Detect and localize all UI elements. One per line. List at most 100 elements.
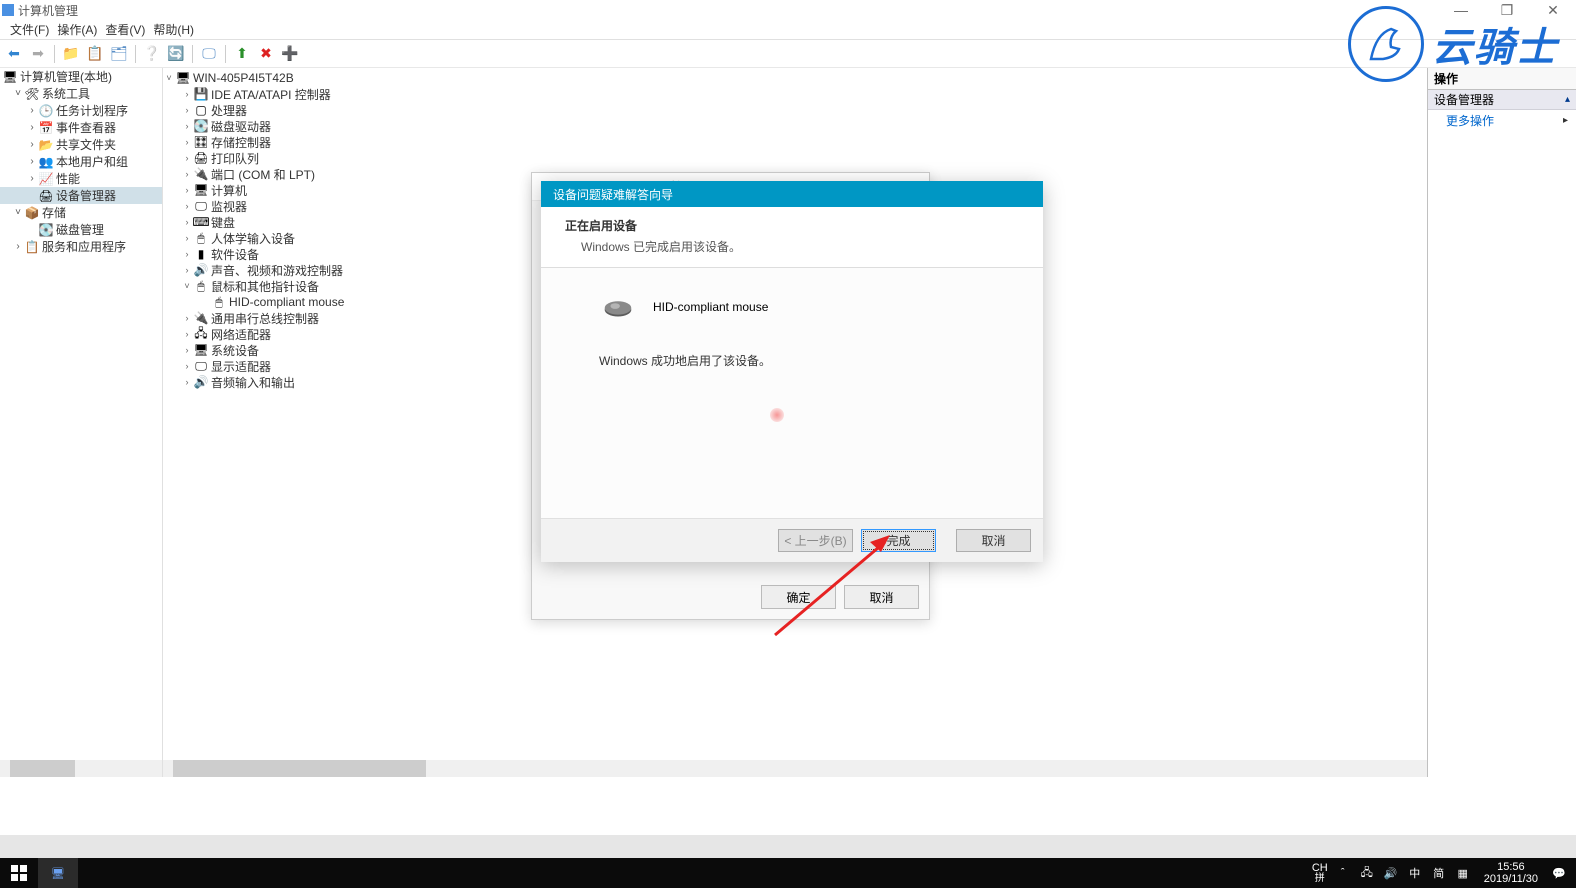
- refresh-icon[interactable]: 🔄: [166, 44, 186, 64]
- disk-icon: 💽: [193, 119, 209, 133]
- expand-icon[interactable]: ›: [181, 313, 193, 323]
- printer-icon: 🖨: [193, 151, 209, 165]
- monitor-icon[interactable]: 🖵: [199, 44, 219, 64]
- ime-mode-icon[interactable]: 中: [1406, 865, 1424, 881]
- start-button[interactable]: [0, 858, 38, 888]
- finish-button[interactable]: 完成: [861, 529, 936, 552]
- expand-icon[interactable]: ›: [181, 249, 193, 259]
- menu-view[interactable]: 查看(V): [105, 21, 145, 38]
- ime-shape-icon[interactable]: 简: [1430, 865, 1448, 881]
- ime-lang-label[interactable]: CH: [1312, 863, 1328, 874]
- tree-shared-folders[interactable]: › 📂 共享文件夹: [0, 136, 162, 153]
- ime-sub-label[interactable]: 拼: [1312, 874, 1328, 884]
- taskbar-clock[interactable]: 15:56 2019/11/30: [1478, 861, 1544, 885]
- separator: [225, 45, 226, 63]
- menubar: 文件(F) 操作(A) 查看(V) 帮助(H): [0, 20, 1576, 40]
- folder-icon[interactable]: 📁: [61, 44, 81, 64]
- computer-icon: 🖥: [193, 183, 209, 197]
- tree-root-computer-management[interactable]: 🖥 计算机管理(本地): [0, 68, 162, 85]
- back-button[interactable]: < 上一步(B): [778, 529, 853, 552]
- wizard-status-message: Windows 成功地启用了该设备。: [581, 352, 1003, 369]
- device-print-queues[interactable]: ›🖨打印队列: [163, 150, 1427, 166]
- device-disk-drives[interactable]: ›💽磁盘驱动器: [163, 118, 1427, 134]
- expand-icon[interactable]: ›: [26, 105, 38, 116]
- menu-help[interactable]: 帮助(H): [153, 21, 194, 38]
- expand-icon[interactable]: ›: [26, 156, 38, 167]
- toolbar: ⬅ ➡ 📁 📋 🗂 ❔ 🔄 🖵 ⬆ ✖ ➕: [0, 40, 1576, 68]
- tree-disk-management[interactable]: 💽 磁盘管理: [0, 221, 162, 238]
- tree-event-viewer[interactable]: › 📅 事件查看器: [0, 119, 162, 136]
- expand-icon[interactable]: ›: [181, 185, 193, 195]
- collapse-icon[interactable]: ˅: [163, 73, 175, 83]
- forward-icon[interactable]: ➡: [28, 44, 48, 64]
- app-icon: [2, 4, 14, 16]
- collapse-icon[interactable]: ˅: [12, 207, 24, 218]
- tree-local-users[interactable]: › 👥 本地用户和组: [0, 153, 162, 170]
- controller-icon: 🎛: [193, 135, 209, 149]
- expand-icon[interactable]: ›: [181, 169, 193, 179]
- expand-icon[interactable]: ›: [181, 89, 193, 99]
- cancel-button[interactable]: 取消: [956, 529, 1031, 552]
- tree-system-tools[interactable]: ˅ 🛠 系统工具: [0, 85, 162, 102]
- cpu-icon: ▢: [193, 103, 209, 117]
- actions-category[interactable]: 设备管理器 ▴: [1428, 90, 1576, 110]
- tree-services-apps[interactable]: › 📋 服务和应用程序: [0, 238, 162, 255]
- tray-chevron-up-icon[interactable]: ˆ: [1334, 867, 1352, 879]
- more-actions-menu[interactable]: 更多操作 ▸: [1428, 110, 1576, 130]
- device-ide-ata[interactable]: ›💾IDE ATA/ATAPI 控制器: [163, 86, 1427, 102]
- hscrollbar-center[interactable]: [163, 760, 1427, 777]
- expand-icon[interactable]: ›: [181, 121, 193, 131]
- back-icon[interactable]: ⬅: [4, 44, 24, 64]
- expand-icon[interactable]: ›: [181, 377, 193, 387]
- device-tree-root[interactable]: ˅ 🖥 WIN-405P4I5T42B: [163, 70, 1427, 86]
- expand-icon[interactable]: ›: [181, 137, 193, 147]
- keyboard-layout-icon[interactable]: ▦: [1454, 867, 1472, 880]
- network-icon[interactable]: 🖧: [1358, 864, 1376, 883]
- scan-icon[interactable]: ⬆: [232, 44, 252, 64]
- tree-task-scheduler[interactable]: › 🕒 任务计划程序: [0, 102, 162, 119]
- expand-icon[interactable]: ›: [181, 153, 193, 163]
- expand-icon[interactable]: ›: [26, 139, 38, 150]
- taskbar: 🖥 CH 拼 ˆ 🖧 🔊 中 简 ▦ 15:56 2019/11/30 💬: [0, 858, 1576, 888]
- help-icon[interactable]: ❔: [142, 44, 162, 64]
- menu-action[interactable]: 操作(A): [57, 21, 97, 38]
- notification-icon[interactable]: 💬: [1550, 867, 1568, 880]
- expand-icon[interactable]: ›: [181, 265, 193, 275]
- storage-icon: 📦: [24, 206, 40, 220]
- expand-icon[interactable]: ›: [181, 105, 193, 115]
- users-icon: 👥: [38, 155, 54, 169]
- device-storage-controllers[interactable]: ›🎛存储控制器: [163, 134, 1427, 150]
- computer-icon: 🖥: [175, 71, 191, 85]
- left-navigation-tree: 🖥 计算机管理(本地) ˅ 🛠 系统工具 › 🕒 任务计划程序 › 📅 事件查看…: [0, 68, 163, 760]
- expand-icon[interactable]: ›: [181, 233, 193, 243]
- cancel-button[interactable]: 取消: [844, 585, 919, 609]
- expand-icon[interactable]: ›: [181, 361, 193, 371]
- collapse-icon[interactable]: ˅: [181, 281, 193, 291]
- collapse-icon[interactable]: ˅: [12, 88, 24, 99]
- hscrollbar-left[interactable]: [0, 760, 163, 777]
- ok-button[interactable]: 确定: [761, 585, 836, 609]
- tree-storage[interactable]: ˅ 📦 存储: [0, 204, 162, 221]
- enable-icon[interactable]: ➕: [280, 44, 300, 64]
- device-processor[interactable]: ›▢处理器: [163, 102, 1427, 118]
- expand-icon[interactable]: ›: [181, 201, 193, 211]
- expand-icon[interactable]: ›: [181, 345, 193, 355]
- list-icon[interactable]: 📋: [85, 44, 105, 64]
- clock-icon: 🕒: [38, 104, 54, 118]
- expand-icon[interactable]: ›: [181, 329, 193, 339]
- expand-icon[interactable]: ›: [26, 122, 38, 133]
- menu-file[interactable]: 文件(F): [10, 21, 49, 38]
- expand-icon[interactable]: ›: [181, 217, 193, 227]
- expand-icon[interactable]: ›: [12, 241, 24, 252]
- tree-performance[interactable]: › 📈 性能: [0, 170, 162, 187]
- taskbar-app-computer-management[interactable]: 🖥: [38, 858, 78, 888]
- logo-knight-icon: [1348, 6, 1424, 82]
- expand-icon[interactable]: ›: [26, 173, 38, 184]
- network-icon: 🖧: [193, 324, 209, 345]
- tree-device-manager[interactable]: 🖨 设备管理器: [0, 187, 162, 204]
- disable-icon[interactable]: ✖: [256, 44, 276, 64]
- volume-icon[interactable]: 🔊: [1382, 867, 1400, 880]
- wizard-titlebar: 设备问题疑难解答向导: [541, 181, 1043, 207]
- properties-icon[interactable]: 🗂: [109, 44, 129, 64]
- software-icon: ▮: [193, 247, 209, 261]
